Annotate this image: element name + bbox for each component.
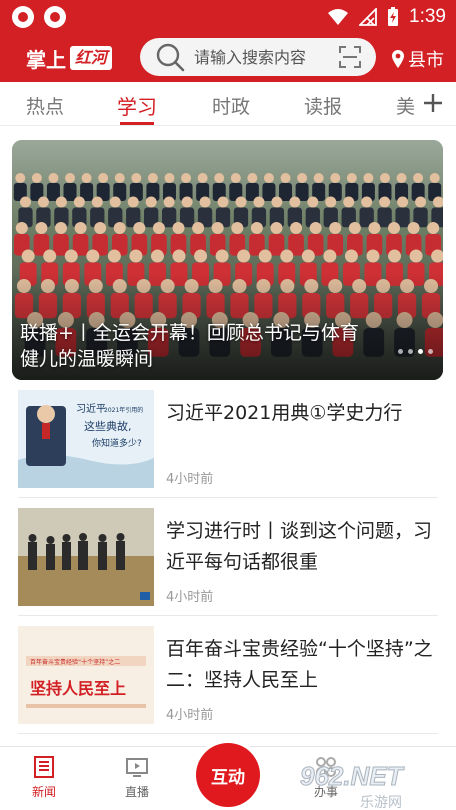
location-pin-icon: [392, 50, 404, 68]
battery-charging-icon: [388, 7, 399, 26]
banner-carousel[interactable]: 联播+丨全运会开幕！回顾总书记与体育健儿的温暖瞬间: [12, 140, 443, 380]
nav-label: 直播: [124, 785, 149, 799]
news-time: 4小时前: [166, 472, 214, 487]
carousel-indicator: [398, 349, 433, 354]
app-notification-icon: [44, 6, 66, 28]
watermark-logo: 962.NET 乐游网: [300, 761, 450, 810]
location-label: 县市: [408, 50, 444, 71]
no-signal-icon: [359, 8, 377, 26]
scan-icon[interactable]: [338, 45, 362, 69]
thumb-text: 习近平: [76, 402, 106, 415]
app-notification-icon: [12, 6, 34, 28]
watermark-text: 962.NET: [300, 761, 404, 792]
news-thumbnail: 习近平 2021年引用的 这些典故, 你知道多少?: [18, 390, 154, 488]
news-item[interactable]: 学习进行时丨谈到这个问题，习近平每句话都很重 4小时前: [18, 508, 438, 616]
wifi-icon: [328, 9, 349, 25]
location-button[interactable]: 县市: [392, 46, 444, 72]
news-title: 学习进行时丨谈到这个问题，习近平每句话都很重: [166, 520, 433, 573]
status-bar: 1:39: [0, 0, 456, 34]
tab-newspaper[interactable]: 读报: [304, 92, 342, 119]
news-item[interactable]: 习近平 2021年引用的 这些典故, 你知道多少? 习近平2021用典①学史力行…: [18, 390, 438, 498]
news-time: 4小时前: [166, 708, 214, 723]
news-thumbnail: [18, 508, 154, 606]
search-icon: [156, 43, 185, 72]
news-title: 百年奋斗宝贵经验“十个坚持”之二：坚持人民至上: [166, 638, 433, 691]
watermark-subtext: 乐游网: [360, 795, 402, 810]
search-bar[interactable]: [140, 38, 376, 76]
channel-tabs: 热点 学习 时政 读报 美: [0, 82, 456, 126]
banner-caption: 联播+丨全运会开幕！回顾总书记与体育健儿的温暖瞬间: [20, 322, 359, 370]
interact-button[interactable]: 互动: [196, 743, 260, 807]
news-title: 习近平2021用典①学史力行: [166, 402, 403, 424]
status-time: 1:39: [409, 6, 446, 27]
bottom-navigation: 新闻 直播 互动 办事 962.NET 乐游网: [0, 743, 456, 810]
newspaper-icon: [34, 756, 54, 778]
app-logo: 掌上 红河: [26, 44, 113, 72]
nav-live[interactable]: 直播: [107, 755, 167, 800]
add-channel-icon[interactable]: [422, 92, 444, 114]
carousel-dot: [428, 349, 433, 354]
logo-script: 红河: [70, 46, 113, 70]
tab-beauty[interactable]: 美: [396, 92, 415, 119]
thumb-text: 这些典故,: [84, 419, 132, 433]
carousel-dot-active: [418, 349, 423, 354]
news-time: 4小时前: [166, 590, 214, 605]
logo-text: 掌上: [26, 47, 66, 72]
thumb-text: 你知道多少?: [92, 437, 142, 449]
carousel-dot: [408, 349, 413, 354]
thumb-text: 坚持人民至上: [30, 679, 126, 698]
tv-icon: [126, 758, 148, 777]
tab-study[interactable]: 学习: [117, 91, 157, 120]
tab-hot[interactable]: 热点: [26, 92, 64, 119]
thumb-text: 2021年引用的: [104, 406, 143, 414]
search-input[interactable]: [194, 47, 324, 67]
active-tab-indicator: [120, 122, 154, 125]
nav-label: 新闻: [31, 785, 56, 799]
app-header: 掌上 红河 县市: [0, 34, 456, 82]
tab-politics[interactable]: 时政: [212, 92, 250, 119]
nav-news[interactable]: 新闻: [14, 755, 74, 800]
thumb-text: 百年奋斗宝贵经验“十个坚持”之二: [30, 658, 120, 666]
news-thumbnail: 百年奋斗宝贵经验“十个坚持”之二 坚持人民至上: [18, 626, 154, 724]
carousel-dot: [398, 349, 403, 354]
news-item[interactable]: 百年奋斗宝贵经验“十个坚持”之二 坚持人民至上 百年奋斗宝贵经验“十个坚持”之二…: [18, 626, 438, 734]
